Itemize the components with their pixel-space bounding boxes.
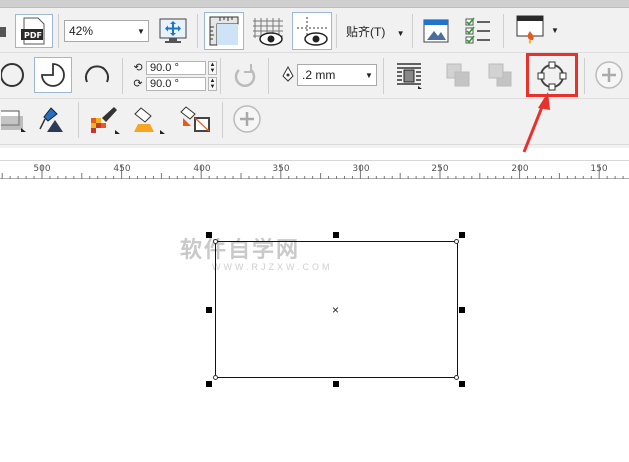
svg-text:PDF: PDF xyxy=(24,31,42,40)
end-angle-spinner[interactable]: ▲ ▼ xyxy=(208,76,217,91)
eyedropper-fill-button[interactable] xyxy=(84,102,124,136)
rulers-icon xyxy=(208,15,240,47)
to-back-button[interactable] xyxy=(482,58,518,92)
pan-view-icon xyxy=(158,16,188,46)
start-angle-icon: ⟲ xyxy=(133,62,143,74)
zoom-level-value: 42% xyxy=(69,24,94,38)
interactive-fill-icon xyxy=(133,104,167,134)
pie-icon xyxy=(38,60,68,90)
drop-shadow-button[interactable] xyxy=(0,102,28,136)
rotation-center-marker[interactable]: × xyxy=(332,304,339,316)
pdf-icon: PDF xyxy=(19,16,49,46)
rotate-icon xyxy=(231,60,259,90)
ellipse-icon xyxy=(1,60,27,90)
grid-view-icon xyxy=(251,15,285,47)
add-icon xyxy=(232,104,262,134)
publish-pdf-button[interactable]: PDF xyxy=(15,14,53,48)
snap-label: 贴齐(T) xyxy=(346,25,386,39)
guidelines-icon xyxy=(295,15,329,47)
ruler-label-450: 450 xyxy=(113,164,131,174)
zoom-level-combo[interactable]: 42% ▼ xyxy=(64,20,149,42)
ruler-label-150: 150 xyxy=(590,164,608,174)
add-icon xyxy=(594,60,624,90)
shadow-icon xyxy=(1,104,27,134)
to-front-icon xyxy=(443,60,473,90)
ruler-label-250: 250 xyxy=(431,164,449,174)
convert-to-curves-highlight xyxy=(526,53,578,97)
arc-icon xyxy=(82,60,112,90)
pan-view-button[interactable] xyxy=(155,14,191,48)
arc-mode-button[interactable] xyxy=(78,58,116,92)
checklist-icon xyxy=(463,16,493,46)
toolbar-area: PDF 42% ▼ 贴齐(T) ▼ ▼ ⟲ 90.0 ° ▲ ▼ ⟳ 90.0 … xyxy=(0,0,629,148)
end-angle-icon: ⟳ xyxy=(133,78,143,90)
pie-mode-button[interactable] xyxy=(34,57,72,93)
wrap-text-icon xyxy=(394,60,424,90)
copy-fill-icon xyxy=(179,104,213,134)
to-front-button[interactable] xyxy=(440,58,476,92)
ruler-label-200: 200 xyxy=(511,164,529,174)
selection-handle-middle-left[interactable] xyxy=(206,307,212,313)
application-launcher-button[interactable] xyxy=(512,12,548,50)
ruler-label-400: 400 xyxy=(193,164,211,174)
pen-icon xyxy=(280,65,296,85)
checklist-button[interactable] xyxy=(460,14,496,48)
rectangle-corner-node[interactable] xyxy=(454,239,459,244)
selection-handle-top-right[interactable] xyxy=(459,232,465,238)
end-angle-field[interactable]: ⟳ 90.0 ° ▲ ▼ xyxy=(130,76,217,91)
options-icon xyxy=(421,16,451,46)
horizontal-ruler[interactable]: 500 450 400 350 300 250 200 150 xyxy=(0,160,629,180)
interactive-fill-button[interactable] xyxy=(130,102,170,136)
guidelines-view-button[interactable] xyxy=(292,12,332,50)
launcher-icon xyxy=(514,14,546,48)
add-button-row3[interactable] xyxy=(230,102,264,136)
rectangle-corner-node[interactable] xyxy=(213,375,218,380)
title-strip xyxy=(0,0,629,8)
outline-width-icon-box xyxy=(278,64,298,86)
grid-view-button[interactable] xyxy=(248,12,288,50)
ellipse-mode-button[interactable] xyxy=(0,58,28,92)
fill-drop-icon xyxy=(87,104,121,134)
rectangle-corner-node[interactable] xyxy=(454,375,459,380)
selection-handle-top-middle[interactable] xyxy=(333,232,339,238)
start-angle-value[interactable]: 90.0 ° xyxy=(146,60,206,75)
selection-handle-bottom-right[interactable] xyxy=(459,381,465,387)
launcher-dropdown[interactable]: ▼ xyxy=(550,24,560,36)
add-button-row2[interactable] xyxy=(592,58,626,92)
rectangle-corner-node[interactable] xyxy=(213,239,218,244)
selection-handle-top-left[interactable] xyxy=(206,232,212,238)
fill-picker-icon xyxy=(37,104,69,134)
ruler-label-300: 300 xyxy=(352,164,370,174)
change-direction-button[interactable] xyxy=(228,58,262,92)
options-button[interactable] xyxy=(418,14,454,48)
selection-handle-middle-right[interactable] xyxy=(459,307,465,313)
chevron-down-icon: ▼ xyxy=(396,29,405,38)
end-angle-value[interactable]: 90.0 ° xyxy=(146,76,206,91)
chevron-down-icon[interactable]: ▼ xyxy=(362,71,376,80)
wrap-text-button[interactable] xyxy=(390,57,428,93)
selection-handle-bottom-middle[interactable] xyxy=(333,381,339,387)
fill-picker-button[interactable] xyxy=(34,102,72,136)
ruler-label-350: 350 xyxy=(272,164,290,174)
ruler-ticks xyxy=(1,165,624,180)
outline-width-value: .2 mm xyxy=(302,68,336,82)
copy-fill-button[interactable] xyxy=(176,102,216,136)
start-angle-spinner[interactable]: ▲ ▼ xyxy=(208,60,217,75)
selection-handle-bottom-left[interactable] xyxy=(206,381,212,387)
chevron-down-icon[interactable]: ▼ xyxy=(134,27,148,36)
to-back-icon xyxy=(485,60,515,90)
rulers-toggle-button[interactable] xyxy=(204,12,244,50)
outline-width-combo[interactable]: .2 mm ▼ xyxy=(297,64,377,86)
ruler-label-500: 500 xyxy=(33,164,51,174)
start-angle-field[interactable]: ⟲ 90.0 ° ▲ ▼ xyxy=(130,60,217,75)
snap-to-menu-button[interactable]: 贴齐(T) ▼ xyxy=(346,23,405,40)
partial-left-button[interactable] xyxy=(0,18,8,44)
